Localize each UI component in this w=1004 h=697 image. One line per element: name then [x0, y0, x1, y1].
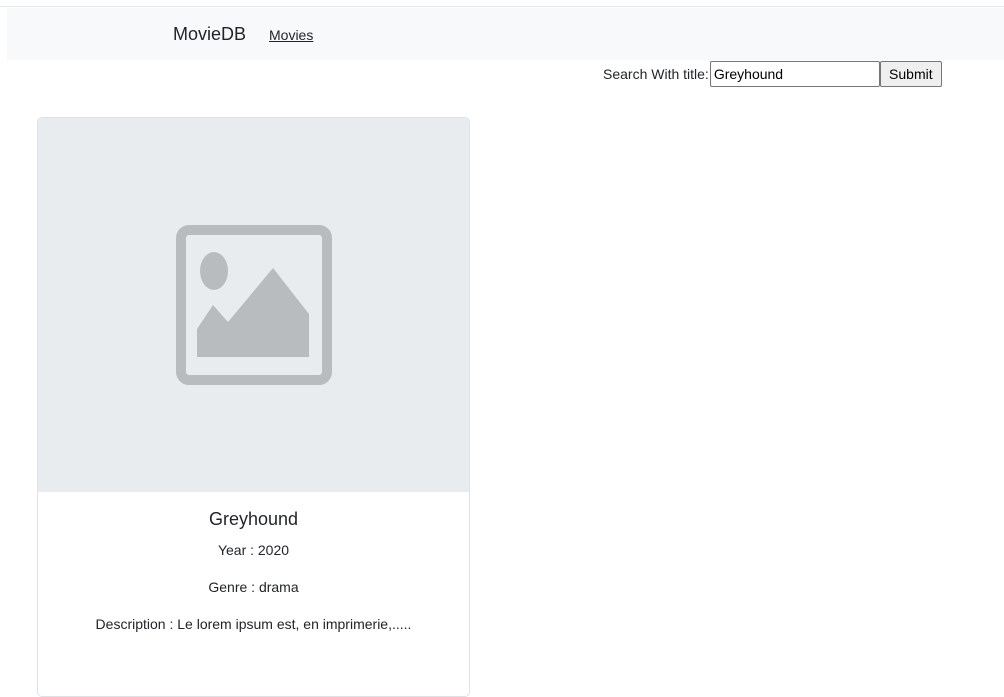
submit-button[interactable]: Submit: [879, 61, 942, 87]
movie-year: Year : 2020: [217, 542, 290, 558]
search-form: Search With title: Submit: [603, 61, 942, 87]
movie-genre: Genre : drama: [208, 579, 299, 595]
movie-title[interactable]: Greyhound: [38, 508, 469, 530]
nav-link-movies[interactable]: Movies: [269, 26, 313, 44]
window-top-edge: [0, 0, 1004, 7]
movie-image: [38, 118, 469, 492]
search-title-input[interactable]: [709, 61, 880, 87]
search-label: Search With title:: [603, 66, 709, 82]
navbar: MovieDB Movies: [7, 8, 1004, 60]
image-placeholder-icon: [175, 225, 332, 385]
brand-link[interactable]: MovieDB: [173, 23, 246, 45]
movie-description: Description : Le lorem ipsum est, en imp…: [95, 616, 412, 632]
movie-card: Greyhound Year : 2020 Genre : drama Desc…: [37, 117, 470, 697]
